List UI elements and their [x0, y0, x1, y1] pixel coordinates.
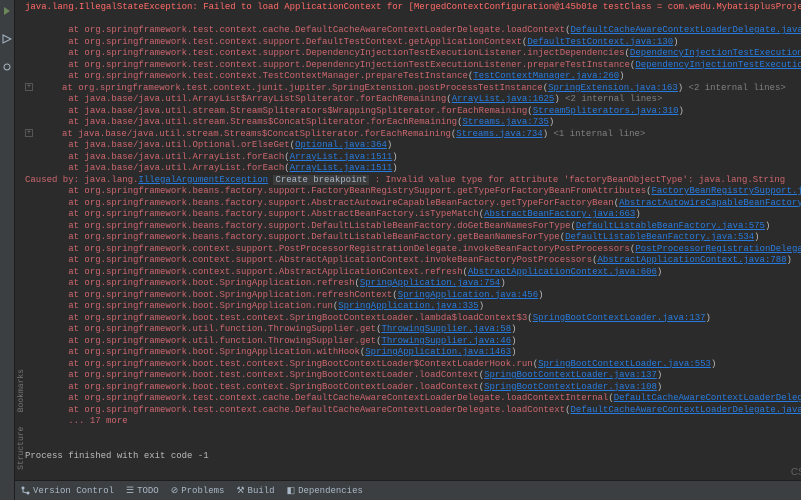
stack-frame: at org.springframework.beans.factory.sup…	[25, 232, 801, 244]
main-area: java.lang.IllegalStateException: Failed …	[15, 0, 801, 500]
todo-tab[interactable]: ☰TODO	[126, 486, 159, 496]
fold-icon[interactable]: +	[25, 83, 33, 91]
stack-frame: at org.springframework.boot.test.context…	[25, 313, 801, 325]
stack-frame: at java.base/java.util.ArrayList.forEach…	[25, 163, 801, 175]
stack-frame: at org.springframework.boot.SpringApplic…	[25, 301, 801, 313]
source-link[interactable]: FactoryBeanRegistrySupport.java:86	[652, 186, 801, 196]
stack-frame: at org.springframework.beans.factory.sup…	[25, 221, 801, 233]
stack-frame: at org.springframework.context.support.A…	[25, 255, 801, 267]
exception-header: java.lang.IllegalStateException: Failed …	[25, 2, 801, 14]
stack-more: ... 17 more	[25, 416, 801, 428]
stack-frame: at org.springframework.boot.test.context…	[25, 359, 801, 371]
source-link[interactable]: AbstractAutowireCapableBeanFactory.java:…	[619, 198, 801, 208]
stack-frame: at org.springframework.test.context.supp…	[25, 37, 801, 49]
caused-by-label: Caused by: java.lang.	[25, 175, 138, 185]
source-link[interactable]: SpringBootContextLoader.java:108	[484, 382, 657, 392]
caused-message: : Invalid value type for attribute 'fact…	[375, 175, 785, 185]
build-tab[interactable]: ⚒Build	[236, 486, 274, 496]
source-link[interactable]: SpringBootContextLoader.java:137	[533, 313, 706, 323]
create-breakpoint-button[interactable]: Create breakpoint	[273, 175, 369, 185]
debug-tool-icon[interactable]	[0, 32, 14, 46]
source-link[interactable]: SpringApplication.java:754	[360, 278, 500, 288]
problems-tab[interactable]: ⊘Problems	[171, 486, 225, 496]
stack-frame: at org.springframework.test.context.supp…	[25, 60, 801, 72]
source-link[interactable]: DefaultCacheAwareContextLoaderDelegate.j…	[614, 393, 801, 403]
source-link[interactable]: SpringApplication.java:1463	[365, 347, 511, 357]
stack-frame: at org.springframework.boot.test.context…	[25, 382, 801, 394]
source-link[interactable]: PostProcessorRegistrationDelegate.java:1…	[635, 244, 801, 254]
dependencies-tab[interactable]: ◧Dependencies	[287, 486, 363, 496]
source-link[interactable]: ArrayList.java:1625	[452, 94, 555, 104]
stack-frame: at org.springframework.util.function.Thr…	[25, 336, 801, 348]
source-link[interactable]: DefaultListableBeanFactory.java:575	[576, 221, 765, 231]
source-link[interactable]: TestContextManager.java:260	[473, 71, 619, 81]
stack-frame: + at java.base/java.util.stream.Streams$…	[25, 129, 801, 141]
source-link[interactable]: Streams.java:735	[463, 117, 549, 127]
exit-message: Process finished with exit code -1	[25, 451, 801, 463]
vcs-tab[interactable]: Version Control	[21, 486, 114, 496]
source-link[interactable]: DependencyInjectionTestExecutionListener…	[630, 48, 801, 58]
source-link[interactable]: DependencyInjectionTestExecutionListener…	[635, 60, 801, 70]
stack-frame: at org.springframework.context.support.A…	[25, 267, 801, 279]
stack-frame: at org.springframework.test.context.Test…	[25, 71, 801, 83]
watermark: CSDN @大哥，是是是我好	[791, 463, 801, 478]
stack-frame: at java.base/java.util.Optional.orElseGe…	[25, 140, 801, 152]
stack-frame: at java.base/java.util.stream.StreamSpli…	[25, 106, 801, 118]
bottom-toolbar: Version Control ☰TODO ⊘Problems ⚒Build ◧…	[15, 480, 801, 500]
run-tool-icon[interactable]	[0, 4, 14, 18]
stack-frame: at org.springframework.beans.factory.sup…	[25, 186, 801, 198]
source-link[interactable]: StreamSpliterators.java:310	[533, 106, 679, 116]
vertical-tabs[interactable]: Structure Bookmarks	[17, 369, 26, 470]
stack-frame: at org.springframework.test.context.supp…	[25, 48, 801, 60]
source-link[interactable]: DefaultCacheAwareContextLoaderDelegate.j…	[571, 405, 801, 415]
stack-frame: at java.base/java.util.ArrayList.forEach…	[25, 152, 801, 164]
source-link[interactable]: ArrayList.java:1511	[290, 152, 393, 162]
source-link[interactable]: SpringBootContextLoader.java:553	[538, 359, 711, 369]
source-link[interactable]: AbstractBeanFactory.java:663	[484, 209, 635, 219]
source-link[interactable]: SpringExtension.java:163	[548, 83, 678, 93]
stack-frame: at org.springframework.boot.SpringApplic…	[25, 290, 801, 302]
stack-frame: at org.springframework.test.context.cach…	[25, 405, 801, 417]
caused-exception-link[interactable]: IllegalArgumentException	[138, 175, 268, 185]
source-link[interactable]: SpringApplication.java:335	[338, 301, 478, 311]
source-link[interactable]: ThrowingSupplier.java:58	[381, 324, 511, 334]
source-link[interactable]: DefaultTestContext.java:130	[527, 37, 673, 47]
source-link[interactable]: ThrowingSupplier.java:46	[381, 336, 511, 346]
stack-frame: at java.base/java.util.ArrayList$ArrayLi…	[25, 94, 801, 106]
stack-frame: at org.springframework.boot.SpringApplic…	[25, 347, 801, 359]
stack-frame: at org.springframework.util.function.Thr…	[25, 324, 801, 336]
stack-frame: + at org.springframework.test.context.ju…	[25, 83, 801, 95]
tool-sidebar	[0, 0, 15, 500]
source-link[interactable]: Optional.java:364	[295, 140, 387, 150]
source-link[interactable]: SpringApplication.java:456	[398, 290, 538, 300]
source-link[interactable]: SpringBootContextLoader.java:137	[484, 370, 657, 380]
stack-frame: at org.springframework.beans.factory.sup…	[25, 209, 801, 221]
source-link[interactable]: DefaultCacheAwareContextLoaderDelegate.j…	[571, 25, 801, 35]
source-link[interactable]: DefaultListableBeanFactory.java:534	[565, 232, 754, 242]
source-link[interactable]: ArrayList.java:1511	[290, 163, 393, 173]
stack-frame: at java.base/java.util.stream.Streams$Co…	[25, 117, 801, 129]
fold-icon[interactable]: +	[25, 129, 33, 137]
stack-frame: at org.springframework.test.context.cach…	[25, 25, 801, 37]
stack-frame: at org.springframework.boot.SpringApplic…	[25, 278, 801, 290]
source-link[interactable]: AbstractApplicationContext.java:788	[598, 255, 787, 265]
console-output[interactable]: java.lang.IllegalStateException: Failed …	[15, 0, 801, 480]
stack-frame: at org.springframework.test.context.cach…	[25, 393, 801, 405]
settings-tool-icon[interactable]	[0, 60, 14, 74]
stack-frame: at org.springframework.context.support.P…	[25, 244, 801, 256]
source-link[interactable]: Streams.java:734	[456, 129, 542, 139]
stack-frame: at org.springframework.boot.test.context…	[25, 370, 801, 382]
stack-frame: at org.springframework.beans.factory.sup…	[25, 198, 801, 210]
source-link[interactable]: AbstractApplicationContext.java:606	[468, 267, 657, 277]
